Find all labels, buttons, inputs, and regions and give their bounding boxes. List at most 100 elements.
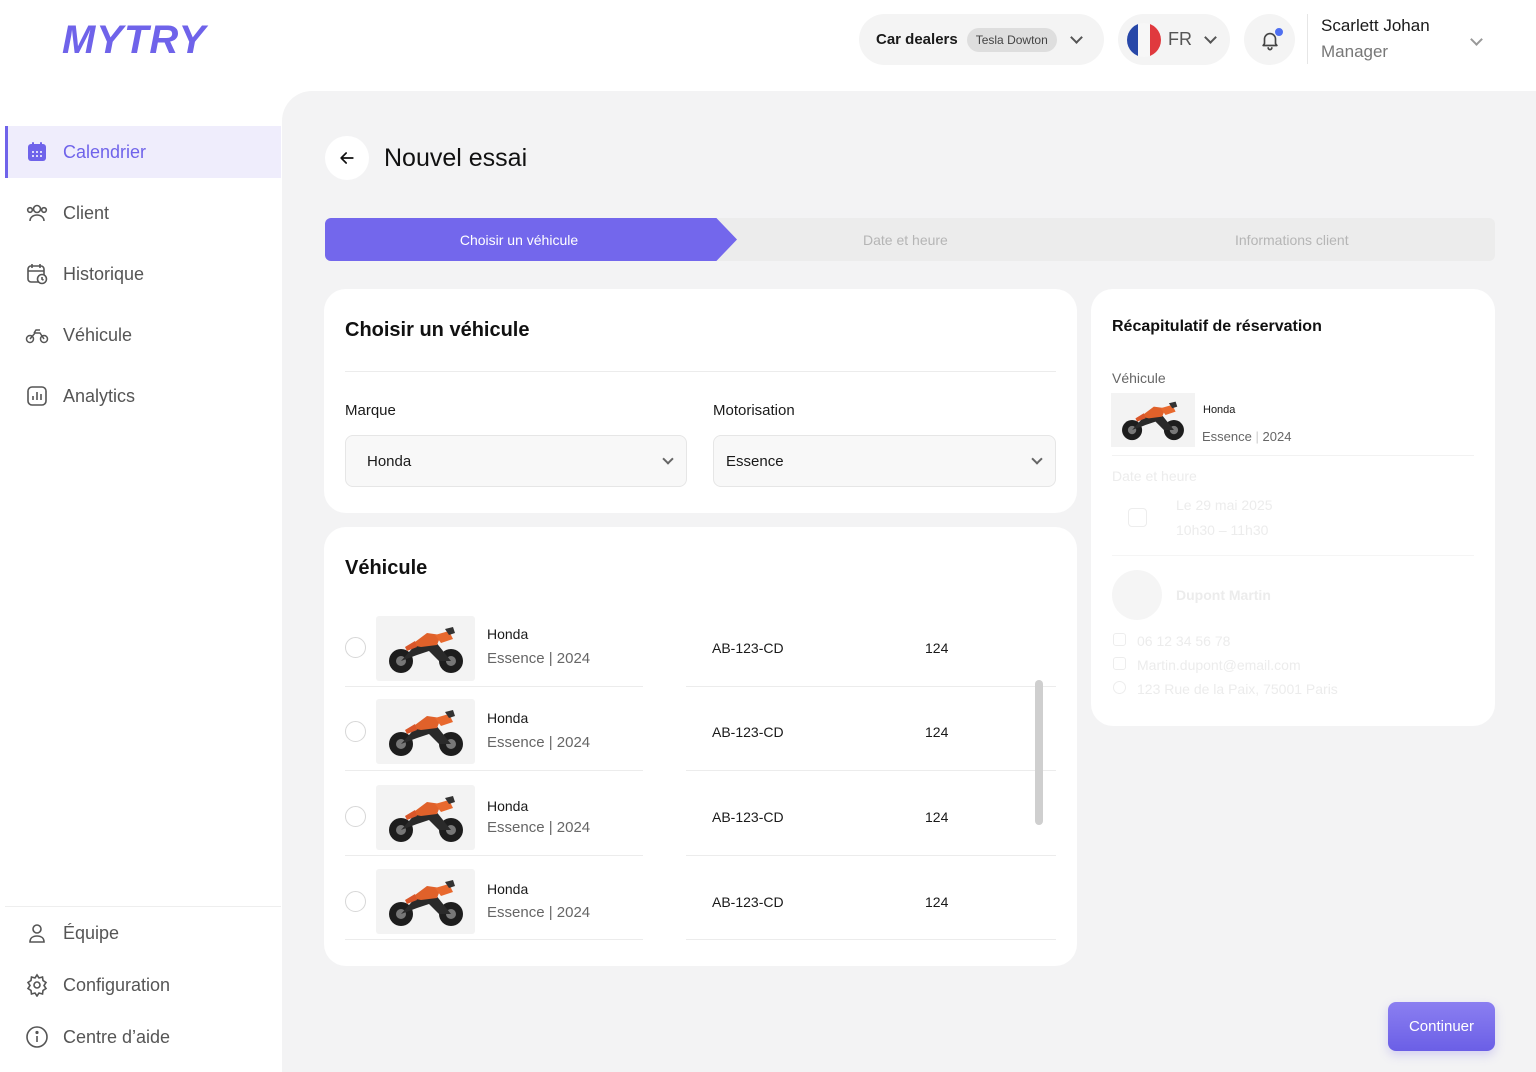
user-role: Manager xyxy=(1321,42,1389,61)
sidebar-item-label: Centre d’aide xyxy=(63,1026,171,1047)
vehicle-plate: AB-123-CD xyxy=(712,809,784,825)
sidebar-item-calendrier[interactable]: Calendrier xyxy=(5,126,281,178)
client-avatar xyxy=(1112,570,1162,620)
users-icon xyxy=(25,201,49,225)
bell-icon xyxy=(1259,26,1284,51)
user-menu-toggle[interactable] xyxy=(1470,31,1483,49)
row-divider xyxy=(686,686,1056,687)
summary-client-name: Dupont Martin xyxy=(1176,587,1271,603)
france-flag-icon xyxy=(1127,22,1161,57)
chevron-down-icon xyxy=(662,453,674,465)
summary-divider xyxy=(1112,555,1474,556)
arrow-left-icon xyxy=(340,152,354,164)
summary-client-phone: 06 12 34 56 78 xyxy=(1137,633,1231,649)
sidebar-item-client[interactable]: Client xyxy=(5,187,281,239)
summary-vehicle-label: Véhicule xyxy=(1112,370,1166,386)
chevron-down-icon xyxy=(1470,33,1483,46)
scrollbar[interactable] xyxy=(1035,680,1043,825)
summary-client-address: 123 Rue de la Paix, 75001 Paris xyxy=(1137,681,1338,697)
sidebar-item-vehicule[interactable]: Véhicule xyxy=(5,309,281,361)
calendar-icon xyxy=(1128,508,1147,527)
brand-label: Marque xyxy=(345,402,396,419)
summary-date-label: Date et heure xyxy=(1112,468,1197,484)
sidebar-item-configuration[interactable]: Configuration xyxy=(5,959,281,1011)
sidebar-item-label: Analytics xyxy=(63,385,136,406)
motorcycle-image xyxy=(376,616,475,681)
notification-dot xyxy=(1273,26,1284,37)
sidebar-item-label: Véhicule xyxy=(63,324,133,345)
summary-divider xyxy=(1112,455,1474,456)
summary-date-value: Le 29 mai 2025 xyxy=(1176,497,1273,513)
user-icon xyxy=(25,921,49,945)
calendar-clock-icon xyxy=(25,262,49,286)
dealer-label: Car dealers xyxy=(876,31,958,48)
sidebar-item-historique[interactable]: Historique xyxy=(5,248,281,300)
dealer-badge: Tesla Dowton xyxy=(966,27,1057,52)
header-divider xyxy=(1307,14,1308,64)
brand-select[interactable]: Honda xyxy=(345,435,687,487)
summary-vehicle-brand: Honda xyxy=(1203,404,1236,416)
vehicle-plate: AB-123-CD xyxy=(712,640,784,656)
summary-time-value: 10h30 – 11h30 xyxy=(1176,522,1269,538)
summary-title: Récapitulatif de réservation xyxy=(1112,318,1322,335)
continue-button[interactable]: Continuer xyxy=(1388,1002,1495,1051)
dealer-selector[interactable]: Car dealers Tesla Dowton xyxy=(859,14,1104,65)
vehicle-plate: AB-123-CD xyxy=(712,724,784,740)
language-selector[interactable]: FR xyxy=(1118,14,1230,65)
row-divider xyxy=(686,770,1056,771)
chevron-down-icon xyxy=(1204,30,1217,44)
vehicle-number: 124 xyxy=(925,640,949,656)
sidebar-item-equipe[interactable]: Équipe xyxy=(5,907,281,959)
vehicle-radio[interactable] xyxy=(345,721,366,742)
step-choose-vehicle[interactable]: Choisir un véhicule xyxy=(325,218,737,261)
row-divider xyxy=(345,686,643,687)
sidebar-item-centre-aide[interactable]: Centre d’aide xyxy=(5,1011,281,1063)
step-client-info[interactable]: Informations client xyxy=(1235,232,1349,248)
filter-card-title: Choisir un véhicule xyxy=(345,319,530,341)
vehicle-specs: Essence | 2024 xyxy=(487,650,591,667)
row-divider xyxy=(345,855,643,856)
app-logo[interactable]: MYTRY xyxy=(62,18,206,63)
row-divider xyxy=(686,855,1056,856)
vehicle-specs: Essence | 2024 xyxy=(487,734,591,751)
sidebar-item-label: Configuration xyxy=(63,974,171,995)
vehicle-radio[interactable] xyxy=(345,806,366,827)
vehicle-number: 124 xyxy=(925,809,949,825)
info-icon xyxy=(25,1025,49,1049)
language-code: FR xyxy=(1168,29,1192,49)
back-button[interactable] xyxy=(325,136,369,180)
user-name[interactable]: Scarlett Johan xyxy=(1321,16,1430,36)
chevron-down-icon xyxy=(1069,30,1083,44)
motorcycle-icon xyxy=(25,323,49,347)
row-divider xyxy=(345,939,643,940)
notifications-button[interactable] xyxy=(1244,14,1295,65)
sidebar-item-label: Client xyxy=(63,202,110,223)
mail-icon xyxy=(1113,657,1126,670)
chevron-down-icon xyxy=(1031,453,1043,465)
sidebar-item-analytics[interactable]: Analytics xyxy=(5,370,281,422)
calendar-icon xyxy=(25,140,49,164)
engine-select-value: Essence xyxy=(726,452,784,470)
vehicle-specs: Essence | 2024 xyxy=(487,904,591,921)
vehicle-specs: Essence | 2024 xyxy=(487,819,591,836)
sidebar-item-label: Historique xyxy=(63,263,145,284)
vehicle-list-title: Véhicule xyxy=(345,557,428,579)
vehicle-radio[interactable] xyxy=(345,637,366,658)
engine-label: Motorisation xyxy=(713,402,795,419)
vehicle-plate: AB-123-CD xyxy=(712,894,784,910)
row-divider xyxy=(686,939,1056,940)
sidebar-item-label: Calendrier xyxy=(63,141,147,162)
vehicle-brand: Honda xyxy=(487,626,529,642)
summary-client-email: Martin.dupont@email.com xyxy=(1137,657,1301,673)
phone-icon xyxy=(1113,633,1126,646)
brand-select-value: Honda xyxy=(367,452,412,470)
vehicle-brand: Honda xyxy=(487,881,529,897)
location-icon xyxy=(1113,681,1126,694)
engine-select[interactable]: Essence xyxy=(713,435,1056,487)
sidebar-item-label: Équipe xyxy=(63,922,120,943)
step-date-time[interactable]: Date et heure xyxy=(863,232,948,248)
motorcycle-image xyxy=(376,869,475,934)
vehicle-radio[interactable] xyxy=(345,891,366,912)
summary-motorcycle-image xyxy=(1111,393,1195,447)
motorcycle-image xyxy=(376,785,475,850)
